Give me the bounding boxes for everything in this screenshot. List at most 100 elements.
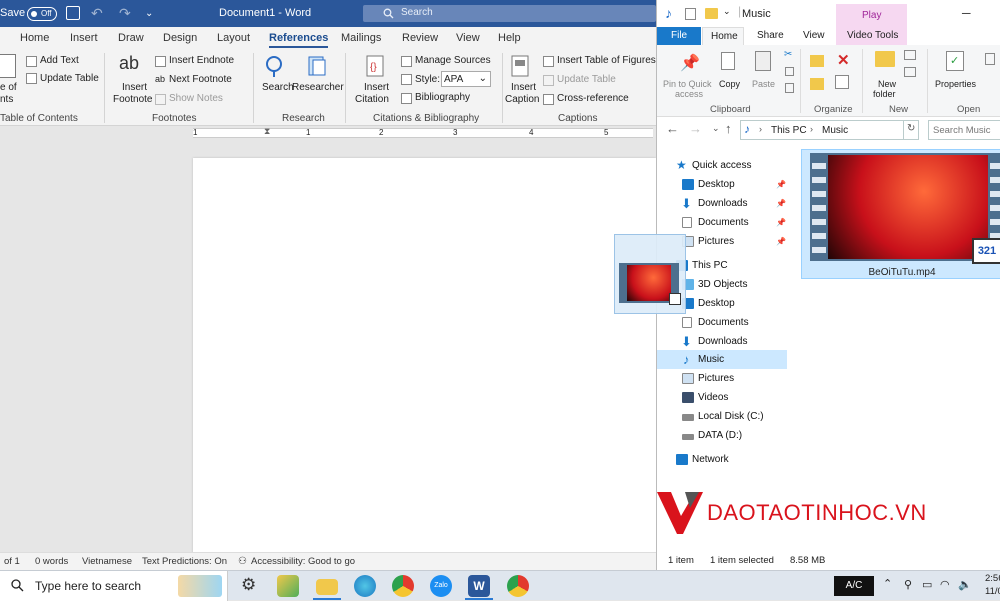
redo-icon[interactable]: ↷ [119, 0, 131, 27]
edge-browser-icon[interactable] [354, 575, 376, 597]
language-indicator[interactable]: Vietnamese [82, 556, 132, 567]
tab-layout[interactable]: Layout [217, 32, 250, 44]
new-folder-icon[interactable] [875, 51, 895, 67]
nav-item-music[interactable]: ♪ Music [657, 350, 787, 369]
input-method-indicator[interactable]: A/C [834, 576, 874, 596]
rename-icon[interactable] [835, 75, 849, 89]
zalo-icon[interactable]: Zalo [430, 575, 452, 597]
chevron-up-icon[interactable]: ⌃ [883, 577, 892, 590]
snip-tool-icon[interactable] [277, 575, 299, 597]
tab-home[interactable]: Home [702, 27, 744, 45]
clock-date[interactable]: 11/0 [985, 586, 1000, 597]
breadcrumb-this-pc[interactable]: This PC [771, 125, 807, 136]
settings-icon[interactable]: ⚙ [241, 575, 256, 595]
nav-item-documents-pinned[interactable]: Documents 📌 [657, 213, 787, 232]
update-table-button[interactable]: Update Table [40, 73, 99, 84]
open-icon[interactable] [985, 53, 995, 65]
search-button[interactable]: Search [262, 82, 294, 93]
tab-share[interactable]: Share [757, 30, 784, 41]
paste-button[interactable]: Paste [752, 79, 775, 89]
folder-qat-icon[interactable] [705, 8, 718, 19]
cut-icon[interactable]: ✂ [784, 49, 792, 60]
chrome-browser-icon[interactable] [392, 575, 414, 597]
document-page[interactable] [193, 158, 656, 553]
cross-reference-button[interactable]: Cross-reference [557, 93, 629, 104]
paste-shortcut-icon[interactable] [785, 83, 794, 93]
nav-item-local-disk-c[interactable]: Local Disk (C:) [657, 407, 787, 426]
volume-icon[interactable]: 🔈 [958, 578, 972, 591]
insert-table-figures-button[interactable]: Insert Table of Figures [557, 55, 656, 66]
minimize-icon[interactable]: ─ [962, 6, 971, 20]
new-folder-label-2[interactable]: folder [873, 89, 896, 99]
nav-item-desktop-pinned[interactable]: Desktop 📌 [657, 175, 787, 194]
battery-icon[interactable]: ▭ [922, 578, 932, 591]
insert-citation-label-2[interactable]: Citation [355, 94, 389, 105]
indent-marker-icon[interactable]: ⧗ [264, 126, 270, 137]
clock-time[interactable]: 2:56 [985, 573, 1000, 584]
insert-endnote-button[interactable]: Insert Endnote [169, 55, 234, 66]
tab-review[interactable]: Review [402, 32, 438, 44]
researcher-icon[interactable] [305, 54, 329, 78]
bibliography-button[interactable]: Bibliography [415, 92, 470, 103]
insert-footnote-label-1[interactable]: Insert [122, 82, 147, 93]
insert-caption-icon[interactable] [509, 54, 533, 78]
insert-caption-label-1[interactable]: Insert [511, 82, 536, 93]
text-predictions-status[interactable]: Text Predictions: On [142, 556, 227, 567]
new-item-icon[interactable] [904, 50, 916, 60]
nav-item-downloads[interactable]: ⬇ Downloads [657, 332, 787, 351]
nav-item-pictures[interactable]: Pictures [657, 369, 787, 388]
address-bar[interactable]: ♪ › This PC › Music ⌄ [740, 120, 918, 140]
tab-mailings[interactable]: Mailings [341, 32, 381, 44]
back-icon[interactable]: ← [666, 121, 679, 136]
search-music-input[interactable]: Search Music [928, 120, 1000, 140]
tab-video-tools[interactable]: Video Tools [836, 27, 907, 45]
nav-item-network[interactable]: Network [657, 450, 787, 469]
copy-to-icon[interactable] [810, 78, 824, 90]
autosave-toggle[interactable]: Off [27, 7, 57, 21]
update-table-figures-button[interactable]: Update Table [557, 74, 616, 85]
recent-locations-icon[interactable]: ⌄ [712, 123, 720, 134]
save-icon[interactable] [66, 6, 80, 20]
table-of-contents-icon[interactable] [0, 54, 16, 78]
insert-footnote-icon[interactable]: ab [119, 53, 139, 74]
add-text-button[interactable]: Add Text [40, 55, 79, 66]
tab-insert[interactable]: Insert [70, 32, 98, 44]
manage-sources-button[interactable]: Manage Sources [415, 55, 491, 66]
refresh-button[interactable]: ↻ [903, 120, 919, 140]
next-footnote-button[interactable]: Next Footnote [169, 74, 232, 85]
tab-design[interactable]: Design [163, 32, 197, 44]
insert-caption-label-2[interactable]: Caption [505, 94, 539, 105]
word-search-box[interactable]: Search [363, 5, 656, 22]
toc-label-1[interactable]: e of [0, 82, 17, 93]
chrome-profile-icon[interactable] [507, 575, 529, 597]
pin-quick-access-label-1[interactable]: Pin to Quick [663, 79, 712, 89]
pin-icon[interactable]: 📌 [680, 53, 700, 73]
tab-references[interactable]: References [269, 32, 329, 48]
tab-draw[interactable]: Draw [118, 32, 144, 44]
page-count[interactable]: of 1 [4, 556, 20, 567]
search-icon[interactable] [263, 54, 287, 78]
breadcrumb-music[interactable]: Music [822, 125, 848, 136]
move-to-icon[interactable] [810, 55, 824, 67]
researcher-button[interactable]: Researcher [292, 82, 344, 93]
pin-quick-access-label-2[interactable]: access [675, 89, 703, 99]
word-app-icon[interactable]: W [468, 575, 490, 597]
wifi-icon[interactable]: ◠ [940, 578, 950, 591]
copy-path-icon[interactable] [785, 67, 794, 76]
insert-citation-label-1[interactable]: Insert [364, 82, 389, 93]
accessibility-status[interactable]: Accessibility: Good to go [251, 556, 355, 567]
tab-home[interactable]: Home [20, 32, 49, 44]
nav-item-downloads-pinned[interactable]: ⬇ Downloads 📌 [657, 194, 787, 213]
insert-footnote-label-2[interactable]: Footnote [113, 94, 152, 105]
show-notes-button[interactable]: Show Notes [169, 93, 223, 104]
toc-label-2[interactable]: nts [0, 94, 13, 105]
delete-icon[interactable]: ✕ [837, 51, 850, 69]
new-folder-label-1[interactable]: New [878, 79, 896, 89]
taskbar-search-box[interactable]: Type here to search [0, 571, 228, 601]
customize-qat-icon[interactable]: ⌄ [723, 6, 731, 17]
insert-citation-icon[interactable]: {} [364, 54, 388, 78]
properties-button[interactable]: Properties [935, 79, 976, 89]
properties-qat-icon[interactable] [685, 8, 696, 20]
tab-help[interactable]: Help [498, 32, 521, 44]
copy-button[interactable]: Copy [719, 79, 740, 89]
